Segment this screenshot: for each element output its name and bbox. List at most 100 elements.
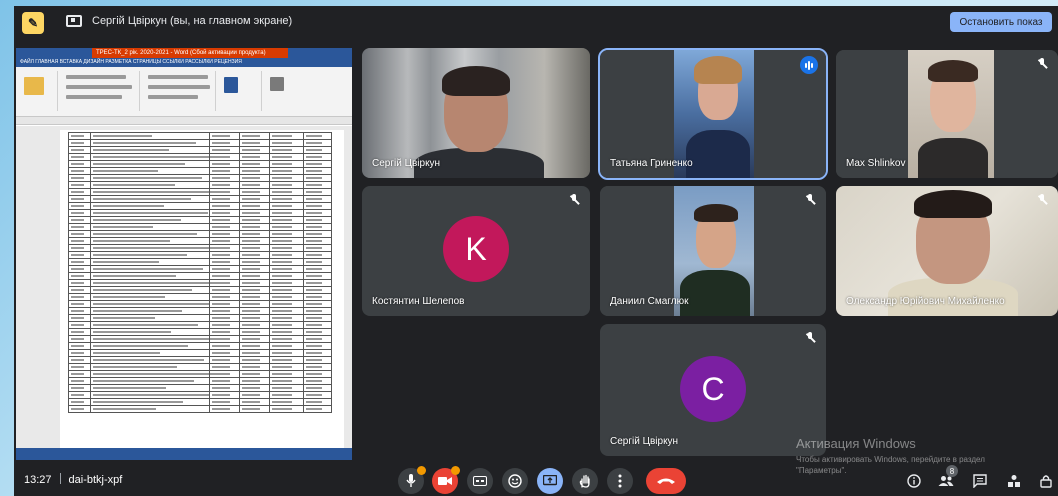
table-cell: [239, 146, 271, 154]
table-row: [68, 272, 332, 280]
table-cell: [209, 363, 241, 371]
table-cell: [209, 293, 241, 301]
table-cell: [303, 251, 332, 259]
participant-tile[interactable]: C Сергій Цвіркун: [600, 324, 826, 456]
table-row: [68, 244, 332, 252]
table-cell: [303, 216, 332, 224]
table-cell: [68, 167, 91, 175]
meeting-code: dai-btkj-xpf: [68, 474, 123, 486]
table-cell: [303, 160, 332, 168]
table-cell: [239, 139, 271, 147]
table-cell: [239, 258, 271, 266]
table-cell: [209, 258, 241, 266]
table-cell: [89, 293, 211, 301]
people-button[interactable]: 8: [936, 465, 958, 491]
table-cell: [239, 160, 271, 168]
table-cell: [239, 300, 271, 308]
table-cell: [68, 286, 91, 294]
table-cell: [68, 321, 91, 329]
table-cell: [303, 132, 332, 140]
table-cell: [239, 384, 271, 392]
table-cell: [269, 146, 305, 154]
table-cell: [269, 188, 305, 196]
table-cell: [209, 139, 241, 147]
meeting-details-button[interactable]: [904, 471, 924, 491]
table-cell: [89, 230, 211, 238]
present-button[interactable]: [537, 468, 563, 494]
camera-button[interactable]: [432, 466, 460, 494]
table-cell: [239, 202, 271, 210]
participant-tile[interactable]: K Костянтин Шелепов: [362, 186, 590, 316]
table-cell: [269, 314, 305, 322]
table-cell: [89, 167, 211, 175]
table-cell: [209, 146, 241, 154]
table-cell: [209, 286, 241, 294]
table-cell: [209, 370, 241, 378]
table-cell: [269, 398, 305, 406]
table-cell: [89, 363, 211, 371]
table-cell: [68, 370, 91, 378]
table-cell: [209, 405, 241, 413]
table-cell: [89, 132, 211, 140]
activities-button[interactable]: [1004, 471, 1024, 491]
chat-button[interactable]: [970, 471, 990, 491]
table-cell: [269, 202, 305, 210]
table-cell: [269, 391, 305, 399]
table-row: [68, 279, 332, 287]
mic-button[interactable]: [398, 466, 426, 494]
table-cell: [209, 314, 241, 322]
stop-presenting-button[interactable]: Остановить показ: [950, 12, 1052, 32]
table-cell: [68, 244, 91, 252]
activation-line1: Чтобы активировать Windows, перейдите в …: [796, 455, 985, 464]
table-cell: [269, 139, 305, 147]
camera-warning-badge: [451, 466, 460, 475]
reactions-button[interactable]: [502, 468, 528, 494]
participant-name: Олександр Юрійович Михайленко: [846, 296, 1005, 307]
table-cell: [303, 230, 332, 238]
table-row: [68, 139, 332, 147]
host-controls-button[interactable]: [1036, 471, 1056, 491]
table-row: [68, 230, 332, 238]
table-cell: [89, 384, 211, 392]
emoji-icon: [508, 474, 522, 488]
table-cell: [89, 188, 219, 196]
avatar: C: [680, 356, 746, 422]
table-cell: [89, 160, 211, 168]
table-cell: [89, 209, 211, 217]
table-cell: [303, 167, 332, 175]
end-call-button[interactable]: [646, 468, 686, 494]
participant-tile-active[interactable]: Татьяна Гриненко: [598, 48, 828, 180]
captions-button[interactable]: [467, 468, 493, 494]
participant-tile[interactable]: Даниил Смаглюк: [600, 186, 826, 316]
table-cell: [68, 132, 91, 140]
table-cell: [68, 223, 91, 231]
table-cell: [303, 307, 332, 315]
participant-tile[interactable]: Сергій Цвіркун: [362, 48, 590, 178]
table-cell: [303, 244, 332, 252]
table-cell: [209, 300, 241, 308]
table-cell: [239, 223, 271, 231]
separator: [59, 473, 61, 484]
raise-hand-button[interactable]: [572, 468, 598, 494]
table-cell: [209, 153, 241, 161]
table-cell: [239, 286, 271, 294]
table-cell: [209, 307, 241, 315]
table-cell: [209, 167, 241, 175]
table-cell: [269, 328, 305, 336]
participant-tile[interactable]: Олександр Юрійович Михайленко: [836, 186, 1058, 316]
table-cell: [89, 237, 211, 245]
table-row: [68, 195, 332, 203]
table-cell: [269, 174, 305, 182]
more-options-button[interactable]: [607, 468, 633, 494]
table-row: [68, 181, 332, 189]
table-cell: [89, 314, 211, 322]
table-cell: [209, 272, 241, 280]
document-area: [16, 126, 352, 448]
table-cell: [303, 377, 332, 385]
table-cell: [239, 356, 271, 364]
participant-tile[interactable]: Max Shlinkov: [836, 50, 1058, 178]
table-cell: [68, 272, 91, 280]
table-row: [68, 314, 332, 322]
table-cell: [239, 349, 271, 357]
table-cell: [239, 251, 271, 259]
